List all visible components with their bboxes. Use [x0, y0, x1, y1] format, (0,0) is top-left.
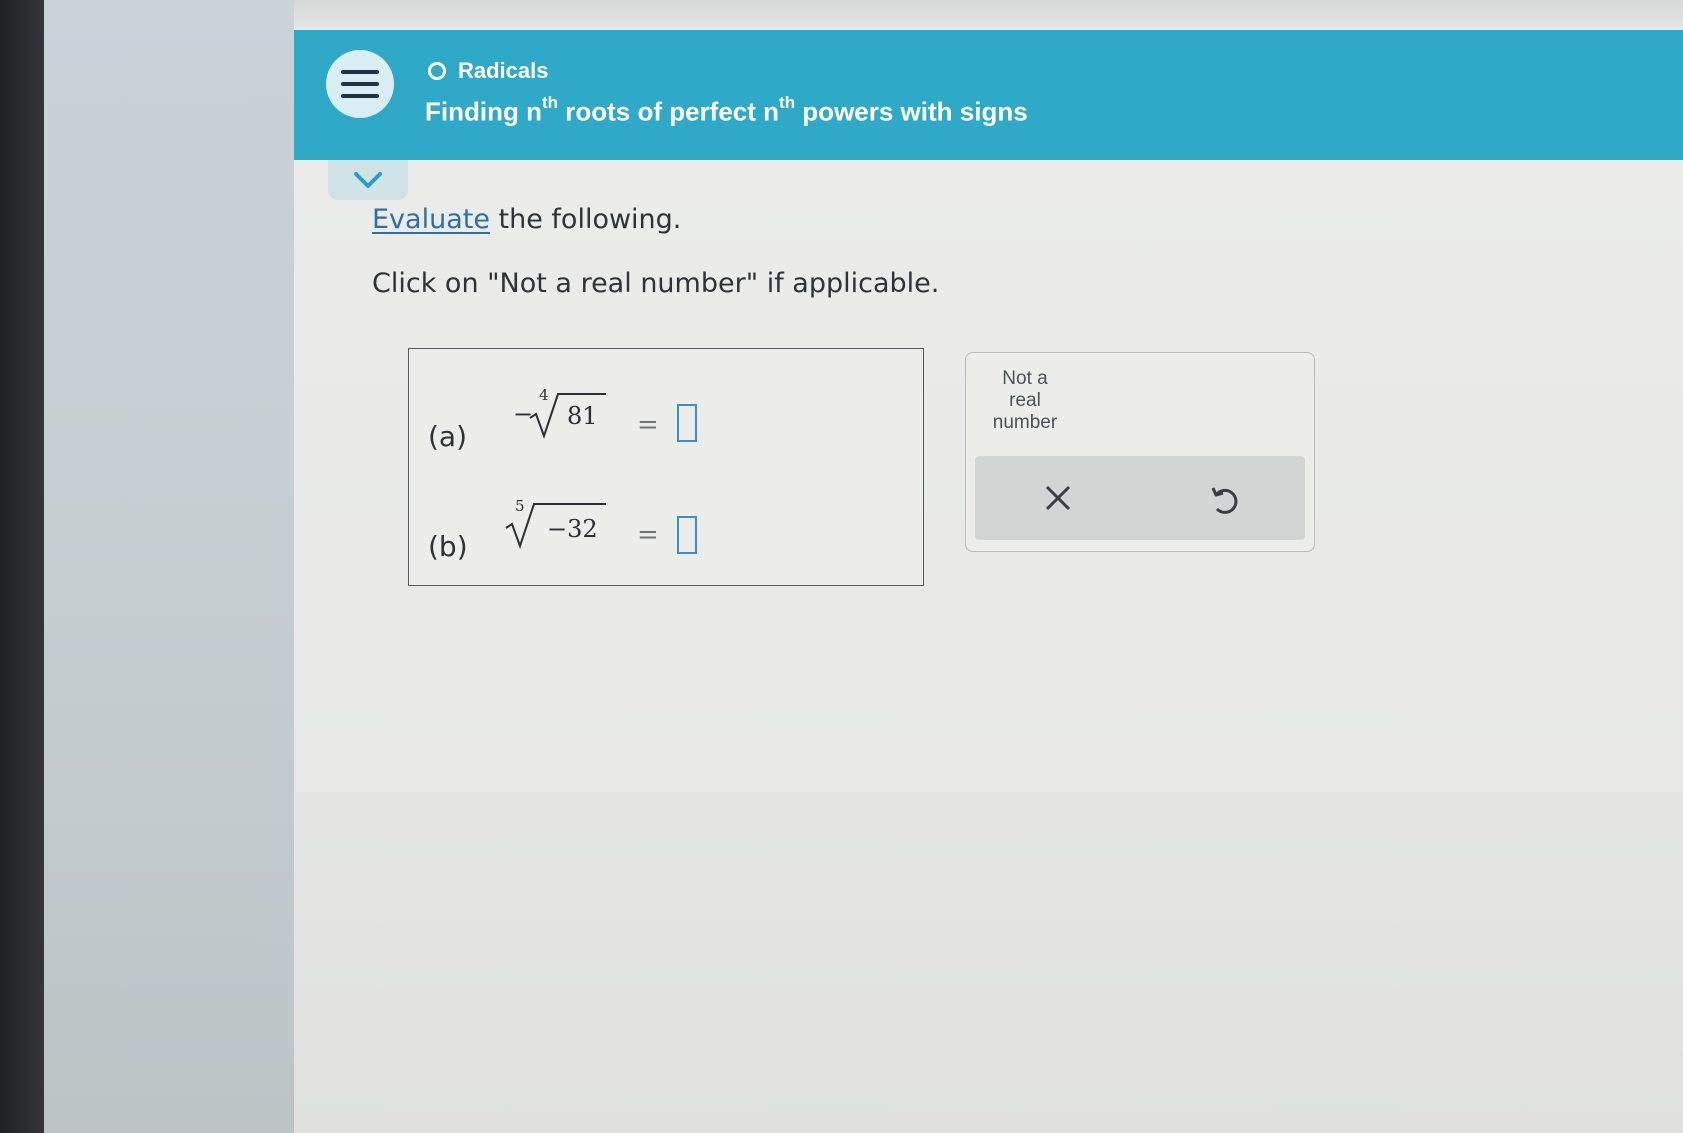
title-text-3: powers with signs — [795, 96, 1028, 127]
undo-icon — [1211, 487, 1238, 514]
browser-top-strip — [294, 0, 1683, 30]
breadcrumb-topic: Radicals — [458, 58, 549, 83]
breadcrumb[interactable]: Radicals — [428, 56, 549, 86]
not-real-label-line: real — [1009, 390, 1041, 411]
collapse-toggle[interactable] — [328, 160, 408, 200]
lesson-header — [294, 30, 1683, 160]
menu-button[interactable] — [326, 50, 394, 118]
answer-input-a[interactable] — [677, 404, 697, 442]
title-text-1: Finding n — [425, 96, 542, 127]
close-icon — [1045, 485, 1071, 511]
not-real-label-line: number — [992, 412, 1058, 433]
title-text-2: roots of perfect n — [558, 96, 780, 127]
title-superscript-1: th — [541, 93, 559, 112]
topic-progress-icon — [428, 62, 446, 80]
radicand-b: −32 — [547, 515, 598, 543]
instruction-text: the following. — [489, 204, 682, 235]
left-sidebar-panel — [44, 0, 294, 1133]
hamburger-icon-bar — [341, 82, 379, 86]
equals-sign-b: = — [637, 520, 659, 550]
hamburger-icon-bar — [341, 94, 379, 98]
title-superscript-2: th — [779, 93, 796, 112]
equals-sign-a: = — [637, 410, 659, 440]
hamburger-icon — [341, 70, 379, 74]
not-real-label-line: Not a — [1002, 368, 1048, 389]
monitor-bezel — [0, 0, 44, 1133]
undo-button[interactable] — [1194, 470, 1254, 530]
lesson-title: Finding nth roots of perfect nth powers … — [425, 93, 1028, 128]
part-label-a: (a) — [428, 420, 468, 453]
not-a-real-number-button[interactable]: Not a real number — [985, 368, 1065, 434]
clear-button[interactable] — [1028, 468, 1088, 528]
radicand-a: 81 — [567, 402, 598, 430]
part-label-b: (b) — [428, 530, 468, 563]
problem-box — [408, 348, 924, 586]
evaluate-link[interactable]: Evaluate — [372, 204, 490, 235]
instruction-line-1: Evaluate the following. — [372, 204, 681, 235]
chevron-down-icon — [354, 172, 382, 188]
keypad-action-bar — [975, 456, 1305, 540]
answer-input-b[interactable] — [677, 516, 697, 554]
instruction-line-2: Click on "Not a real number" if applicab… — [372, 268, 940, 299]
